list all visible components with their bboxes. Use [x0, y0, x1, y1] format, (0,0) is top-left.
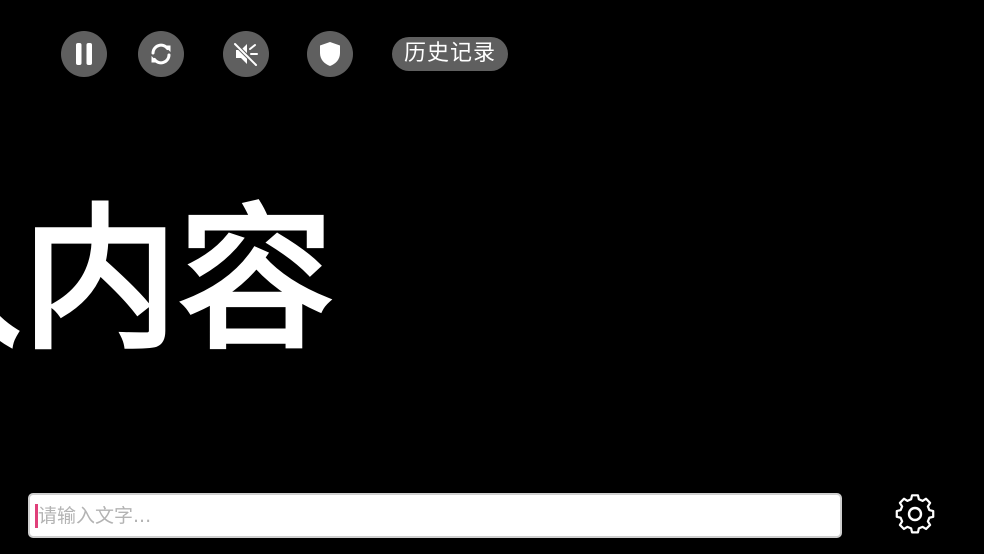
pause-button[interactable] — [61, 31, 107, 77]
shield-icon — [317, 40, 343, 68]
mute-icon — [231, 39, 261, 69]
text-input-container[interactable] — [28, 493, 842, 538]
history-button[interactable]: 历史记录 — [392, 37, 508, 71]
text-input[interactable] — [38, 495, 828, 536]
settings-button[interactable] — [893, 494, 937, 538]
pause-icon — [74, 42, 94, 66]
led-marquee-screen: 历史记录 入内容 — [0, 0, 984, 554]
refresh-button[interactable] — [138, 31, 184, 77]
shield-button[interactable] — [307, 31, 353, 77]
scrolling-text-display: 入内容 — [0, 189, 334, 371]
mute-button[interactable] — [223, 31, 269, 77]
gear-icon — [894, 493, 936, 539]
refresh-icon — [147, 40, 175, 68]
